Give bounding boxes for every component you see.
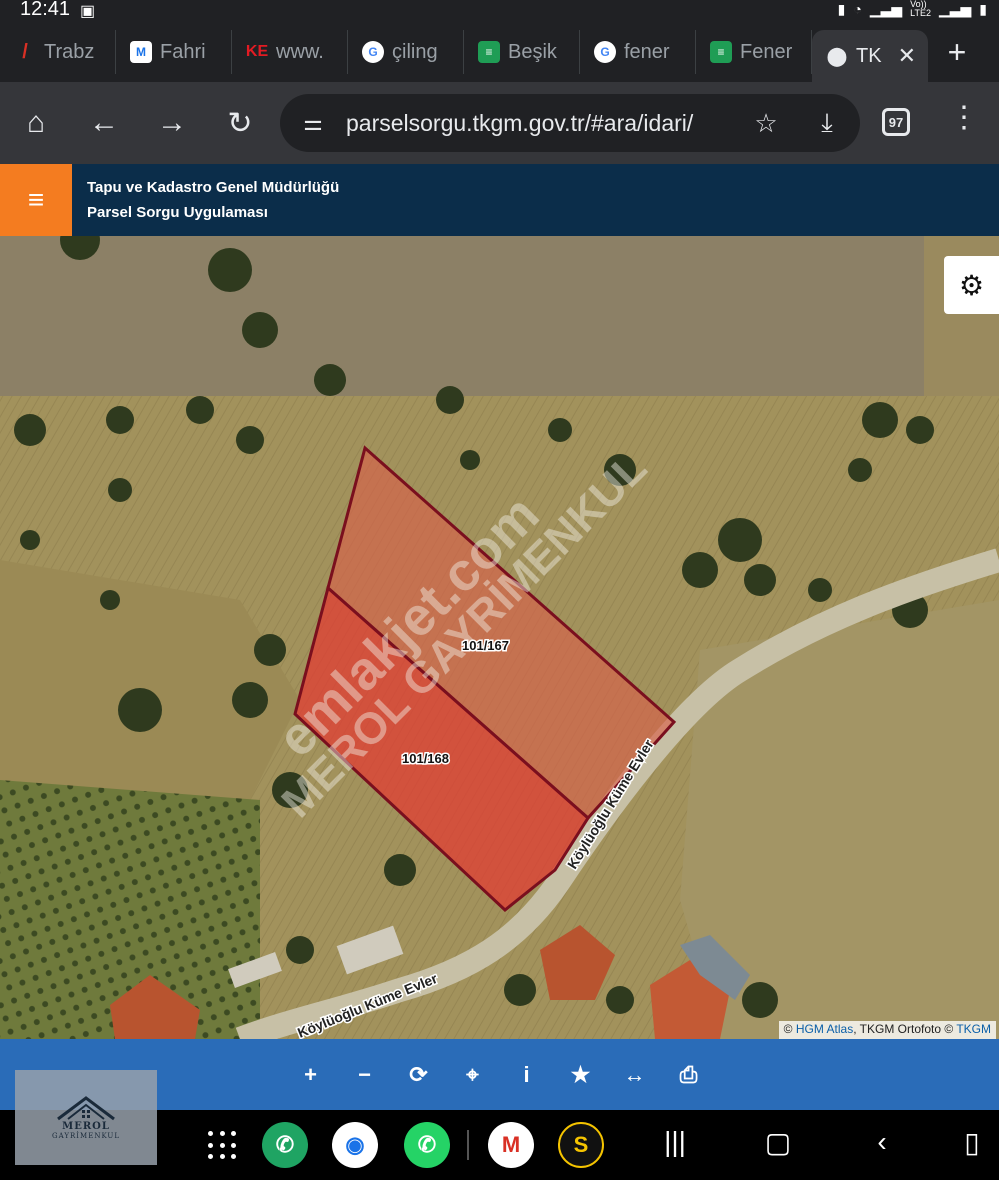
recent-apps-icon[interactable]: ||| xyxy=(655,1126,695,1158)
tab-0[interactable]: / Trabz xyxy=(0,30,116,74)
url-text[interactable]: parselsorgu.tkgm.gov.tr/#ara/idari/ xyxy=(346,110,738,137)
sahibinden-icon: ≡ xyxy=(478,41,500,63)
tab-1[interactable]: M Fahri xyxy=(116,30,232,74)
tab-2[interactable]: KE www. xyxy=(232,30,348,74)
ke-logo-icon: KE xyxy=(245,43,269,60)
site-settings-icon[interactable]: ⚌ xyxy=(280,110,346,136)
tab-5[interactable]: Gfener xyxy=(580,30,696,74)
whatsapp-app-icon[interactable]: ✆ xyxy=(404,1122,450,1168)
phone-app-icon[interactable]: ✆ xyxy=(262,1122,308,1168)
signal-icon: ▁▃▅ xyxy=(869,0,903,17)
reload-icon[interactable]: ↻ xyxy=(206,93,274,153)
tab-4[interactable]: ≡ Beşik xyxy=(464,30,580,74)
merol-logo: MEROL GAYRİMENKUL xyxy=(15,1070,157,1165)
battery-saver-icon: ▮ xyxy=(837,0,846,17)
app-header: ≡ Tapu ve Kadastro Genel Müdürlüğü Parse… xyxy=(0,164,999,236)
hgm-atlas-link[interactable]: HGM Atlas xyxy=(796,1022,853,1036)
home-nav-icon[interactable]: ▢ xyxy=(758,1126,798,1159)
tab-strip: / Trabz M Fahri KE www. Gçiling ≡ Beşik Gfen… xyxy=(0,22,999,82)
print-icon[interactable]: ⎙ xyxy=(662,1045,716,1105)
sahibinden-icon: ≡ xyxy=(710,41,732,63)
refresh-icon[interactable]: ⟳ xyxy=(392,1045,446,1105)
parcel-label-167: 101/167 xyxy=(462,638,509,653)
favorite-icon[interactable]: ★ xyxy=(554,1045,608,1105)
settings-gear-icon[interactable]: ⚙ xyxy=(944,256,999,314)
tab-count-button[interactable]: 97 xyxy=(882,108,910,136)
bookmark-star-icon[interactable]: ☆ xyxy=(738,108,794,139)
volte-label: Vo)) LTE2 xyxy=(910,0,931,18)
tab-6[interactable]: ≡ Fener xyxy=(696,30,812,74)
google-icon: G xyxy=(594,41,616,63)
gmail-app-icon[interactable]: M xyxy=(488,1122,534,1168)
app-title: Tapu ve Kadastro Genel Müdürlüğü Parsel … xyxy=(87,179,340,221)
zoom-in-icon[interactable]: + xyxy=(284,1045,338,1105)
battery-icon: ▮ xyxy=(979,0,987,17)
new-tab-button[interactable]: + xyxy=(937,34,977,71)
back-nav-icon[interactable]: ‹ xyxy=(862,1126,902,1158)
browser-toolbar: ⌂ ← → ↻ ⚌ parselsorgu.tkgm.gov.tr/#ara/i… xyxy=(0,82,999,164)
info-icon[interactable]: i xyxy=(500,1045,554,1105)
tkgm-link[interactable]: TKGM xyxy=(956,1022,991,1036)
locate-icon[interactable]: ⌖ xyxy=(446,1045,500,1105)
app-drawer-icon[interactable] xyxy=(208,1131,238,1161)
back-icon[interactable]: ← xyxy=(70,93,138,153)
measure-icon[interactable]: ↔ xyxy=(608,1045,662,1105)
status-bar: 12:41 ▣ ▮ ◔ ▁▃▅ Vo)) LTE2 ▁▃▅ ▮ xyxy=(0,0,999,22)
image-notification-icon: ▣ xyxy=(80,3,96,20)
m-logo-icon: M xyxy=(130,41,152,63)
more-menu-icon[interactable]: ⋮ xyxy=(944,100,984,144)
map-pin-icon: ⬤ xyxy=(826,45,848,66)
messages-app-icon[interactable]: ◉ xyxy=(332,1122,378,1168)
forward-icon[interactable]: → xyxy=(138,93,206,153)
map-view[interactable]: emlakjet.com MEROL GAYRİMENKUL 101/167 1… xyxy=(0,236,999,1039)
signal-icon-2: ▁▃▅ xyxy=(938,0,972,17)
home-icon[interactable]: ⌂ xyxy=(2,93,70,153)
s-pro-app-icon[interactable]: S xyxy=(558,1122,604,1168)
hamburger-menu-icon[interactable]: ≡ xyxy=(0,164,72,236)
wifi-icon: ◔ xyxy=(853,1,862,17)
satellite-map[interactable]: emlakjet.com MEROL GAYRİMENKUL 101/167 1… xyxy=(0,236,999,1039)
download-icon[interactable]: ⤓ xyxy=(794,107,860,139)
address-bar[interactable]: ⚌ parselsorgu.tkgm.gov.tr/#ara/idari/ ☆ … xyxy=(280,94,860,152)
close-tab-icon[interactable]: ✕ xyxy=(898,43,916,69)
parcel-label-168: 101/168 xyxy=(402,751,449,766)
dock-divider xyxy=(467,1130,469,1160)
status-icons: ▮ ◔ ▁▃▅ Vo)) LTE2 ▁▃▅ ▮ xyxy=(838,0,987,18)
tab-active[interactable]: ⬤ TK ✕ xyxy=(812,30,928,82)
red-slash-icon: / xyxy=(22,40,28,63)
map-attribution: © HGM Atlas, TKGM Ortofoto © TKGM xyxy=(778,1021,996,1039)
house-logo-icon xyxy=(57,1096,115,1121)
screenshot-icon[interactable]: ▯ xyxy=(952,1126,992,1159)
google-icon: G xyxy=(362,41,384,63)
clock: 12:41 xyxy=(20,0,71,20)
zoom-out-icon[interactable]: − xyxy=(338,1045,392,1105)
tab-3[interactable]: Gçiling xyxy=(348,30,464,74)
